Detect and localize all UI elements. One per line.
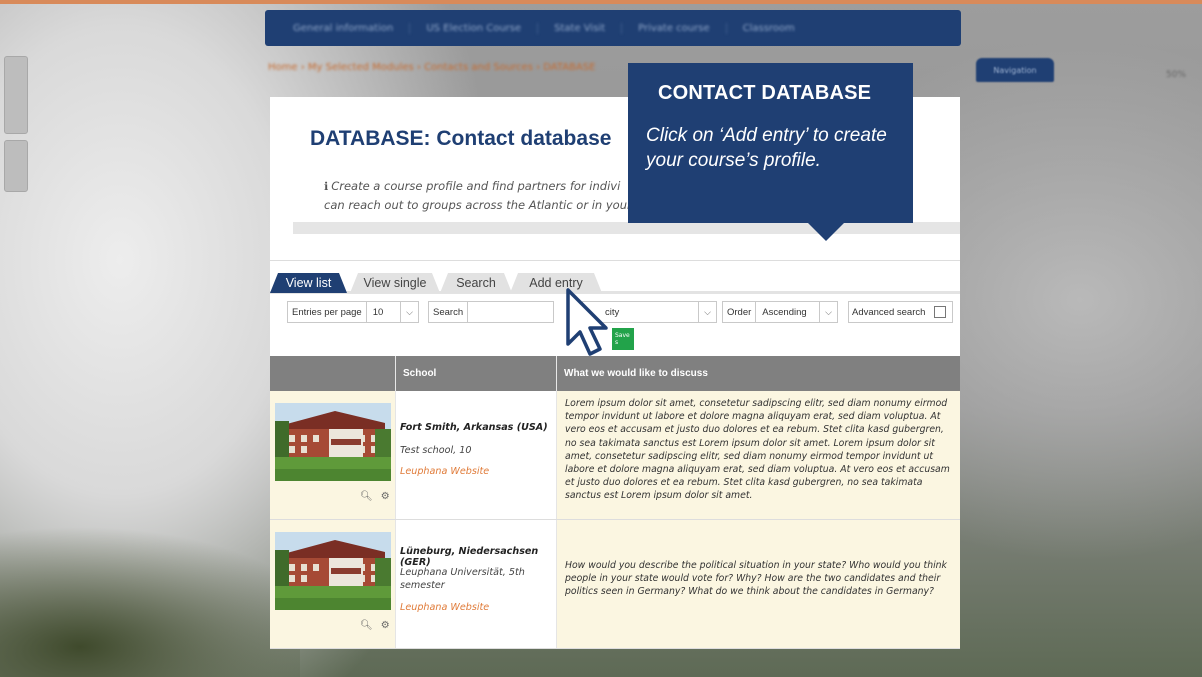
callout-text: Click on ‘Add entry’ to create your cour… [646,125,887,171]
right-mini-label: 50% [1166,70,1187,80]
school-image-cell: 🔍︎ ⚙ [270,520,395,648]
search-field[interactable]: Search [428,301,554,323]
advanced-search-label: Advanced search [852,306,926,318]
chevron-down-icon[interactable]: ⌵ [400,302,418,322]
table-header: School What we would like to discuss [270,356,960,391]
school-building-image[interactable] [275,403,391,481]
entries-per-page-label: Entries per page [288,302,367,322]
search-icon[interactable]: 🔍︎ [360,491,373,502]
order-select[interactable]: Order Ascending ⌵ [722,301,838,323]
school-cell: Fort Smith, Arkansas (USA) Test school, … [395,391,556,519]
chevron-down-icon[interactable]: ⌵ [698,302,716,322]
discussion-cell: Lorem ipsum dolor sit amet, consetetur s… [556,391,960,519]
nav-item[interactable]: US Election Course [410,22,539,34]
pointer-arrow-icon [566,288,608,356]
tab-search[interactable]: Search [440,273,512,293]
nav-item[interactable]: General information [277,22,411,34]
table-row: 🔍︎ ⚙ Lüneburg, Niedersachsen (GER) Leuph… [270,520,960,649]
entries-per-page-select[interactable]: Entries per page 10 ⌵ [287,301,419,323]
school-detail: Leuphana Universität, 5th semester [400,567,525,591]
backdrop-foliage [0,477,300,677]
gear-icon[interactable]: ⚙ [381,620,390,631]
nav-item[interactable]: Classroom [727,23,811,34]
column-header-school: School [395,356,556,391]
advanced-search-toggle[interactable]: Advanced search [848,301,953,323]
entries-per-page-value: 10 [372,306,384,318]
school-cell: Lüneburg, Niedersachsen (GER) Leuphana U… [395,520,556,648]
row-actions: 🔍︎ ⚙ [360,491,390,502]
chevron-down-icon[interactable]: ⌵ [819,302,837,322]
row-actions: 🔍︎ ⚙ [360,620,390,631]
table-row: 🔍︎ ⚙ Fort Smith, Arkansas (USA) Test sch… [270,391,960,520]
school-image-cell: 🔍︎ ⚙ [270,391,395,519]
navigation-block-button[interactable]: Navigation [976,58,1054,82]
tab-bar: View list View single Search Add entry [270,273,960,294]
gear-icon[interactable]: ⚙ [381,491,390,502]
info-circle-icon: ℹ︎ [324,180,329,193]
intro-line: can reach out to groups across the Atlan… [324,198,632,212]
intro-divider-bar [293,222,960,234]
breadcrumb[interactable]: Home › My Selected Modules › Contacts an… [268,62,595,73]
order-label: Order [723,302,757,322]
top-navigation-bar: General information US Election Course S… [265,10,961,46]
school-building-image[interactable] [275,532,391,610]
column-header-discuss: What we would like to discuss [556,356,960,391]
order-value: Ascending [762,306,807,318]
intro-line: Create a course profile and find partner… [331,179,621,193]
side-tab[interactable] [4,56,28,134]
intro-text: ℹ︎ Create a course profile and find partn… [324,177,634,215]
search-label: Search [429,302,469,322]
school-detail: Test school, 10 [400,445,472,456]
page-title: DATABASE: Contact database [310,127,612,150]
divider [270,260,960,261]
school-website-link[interactable]: Leuphana Website [400,602,489,613]
school-name: Lüneburg, Niedersachsen (GER) [400,546,539,568]
school-website-link[interactable]: Leuphana Website [400,466,489,477]
school-name: Fort Smith, Arkansas (USA) [400,422,548,433]
top-accent-line [0,0,1202,4]
tab-view-list[interactable]: View list [270,273,347,293]
search-icon[interactable]: 🔍︎ [360,620,373,631]
nav-item[interactable]: Private course [622,22,727,34]
save-settings-button[interactable]: Save s [612,328,634,350]
tab-view-single[interactable]: View single [350,273,440,293]
advanced-search-checkbox[interactable] [934,306,946,318]
nav-item[interactable]: State Visit [538,22,623,34]
discussion-cell: How would you describe the political sit… [556,520,960,648]
tutorial-callout: CONTACT DATABASE Click on ‘Add entry’ to… [628,63,913,241]
column-header-image [270,356,395,391]
callout-title: CONTACT DATABASE [658,82,872,104]
side-tab[interactable] [4,140,28,192]
